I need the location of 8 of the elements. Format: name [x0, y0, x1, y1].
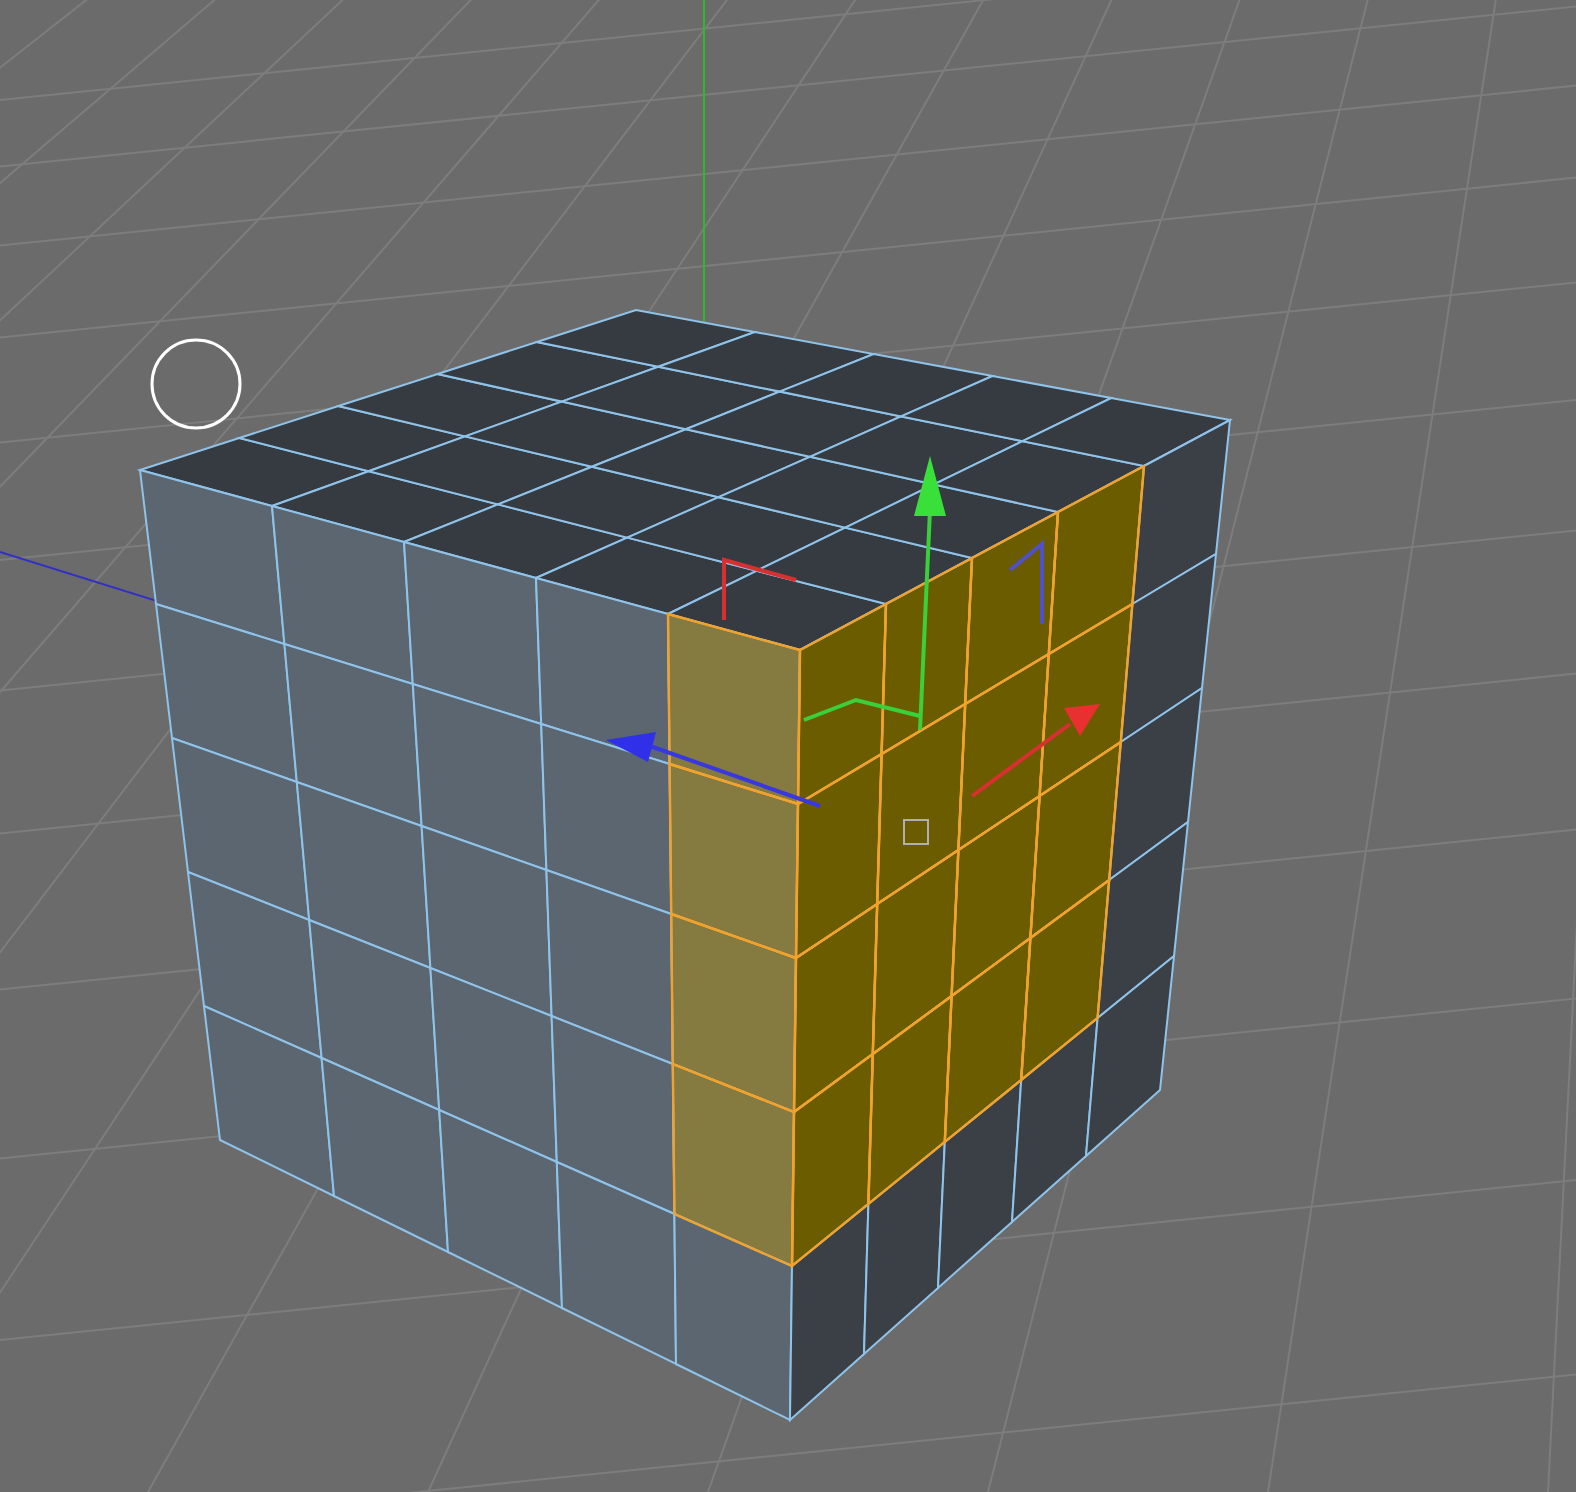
y-axis-arrow[interactable]: [914, 456, 946, 731]
plane-handle[interactable]: [803, 697, 921, 722]
brush-cursor-icon: [150, 338, 242, 430]
plane-handle[interactable]: [1008, 539, 1044, 624]
z-axis-arrow[interactable]: [606, 732, 821, 808]
cube-center-icon[interactable]: [903, 819, 929, 845]
x-axis-arrow[interactable]: [970, 704, 1100, 798]
plane-handle[interactable]: [722, 557, 797, 620]
